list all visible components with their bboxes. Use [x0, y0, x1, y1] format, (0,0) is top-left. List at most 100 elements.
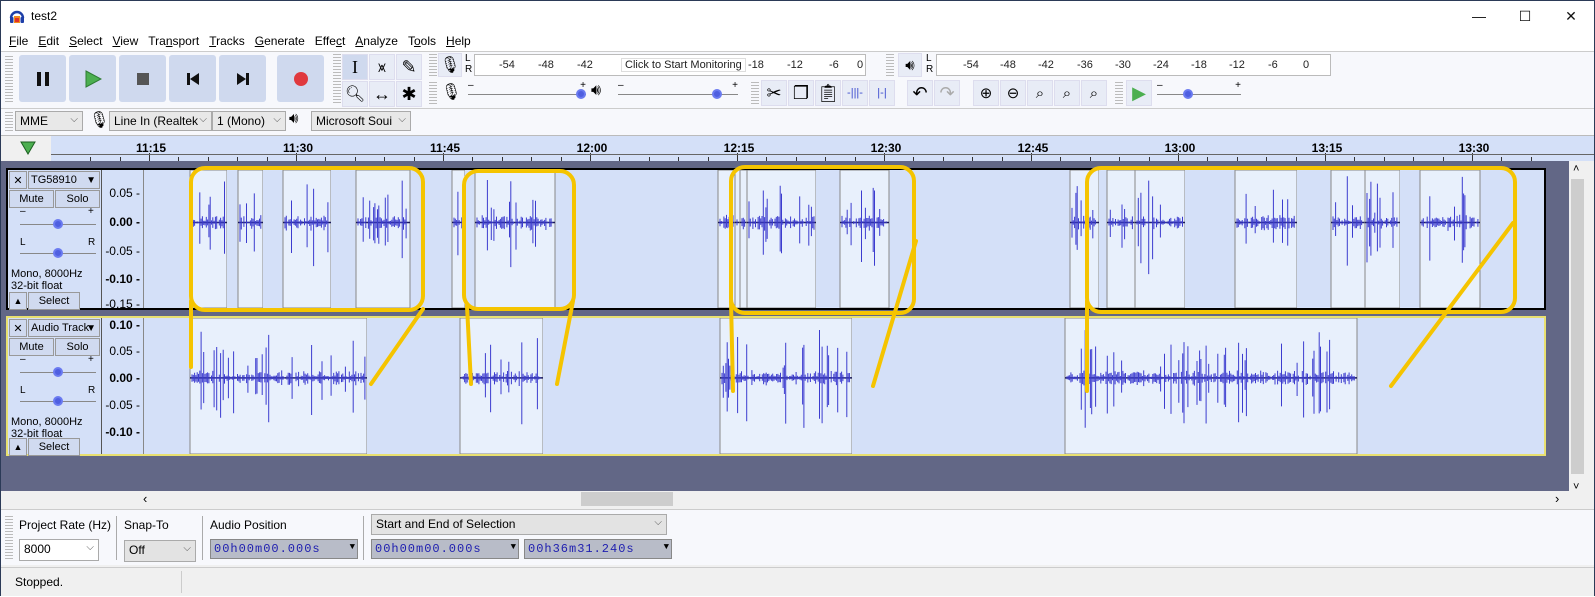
slider-knob[interactable]: [576, 89, 586, 99]
envelope-tool-button[interactable]: ⩙: [369, 54, 395, 80]
caret-down-icon[interactable]: ▼: [350, 542, 356, 552]
collapse-track-button[interactable]: ▲: [9, 438, 27, 456]
menu-tracks[interactable]: Tracks: [204, 31, 250, 51]
time-shift-tool-button[interactable]: ↔: [369, 81, 395, 107]
waveform-area[interactable]: [145, 318, 1545, 454]
playback-meter-button[interactable]: 🔊︎: [898, 53, 922, 77]
playback-meter[interactable]: -54 -48 -42 -36 -30 -24 -18 -12 -6 0: [936, 54, 1331, 76]
mixer-toolbar-grip[interactable]: [429, 82, 437, 104]
menu-transport[interactable]: Transport: [143, 31, 204, 51]
skip-to-end-button[interactable]: [219, 55, 266, 102]
tools-toolbar-grip[interactable]: [333, 54, 341, 104]
maximize-button[interactable]: ☐: [1502, 1, 1548, 31]
audio-clip[interactable]: [1419, 170, 1481, 308]
silence-audio-button[interactable]: |-|: [869, 80, 895, 106]
audio-host-select[interactable]: MME ⌵: [15, 111, 83, 131]
audio-clip[interactable]: [839, 170, 890, 308]
audio-clip[interactable]: [1330, 170, 1366, 308]
draw-tool-button[interactable]: ✎: [396, 54, 422, 80]
zoom-in-button[interactable]: ⊕: [973, 80, 999, 106]
audio-clip[interactable]: [717, 170, 736, 308]
collapse-track-button[interactable]: ▲: [9, 292, 27, 310]
menu-select[interactable]: Select: [64, 31, 107, 51]
audio-track[interactable]: ✕ Audio Track ▼ Mute Solo – + L R Mono, 8…: [6, 316, 1546, 456]
stop-button[interactable]: [119, 55, 166, 102]
vertical-scrollbar[interactable]: ˄ ˅: [1569, 161, 1586, 507]
timeline-ruler[interactable]: 11:15 11:30 11:45 12:00 12:15 12:30 12:45 13:00…: [1, 135, 1594, 162]
caret-down-icon[interactable]: ▼: [511, 542, 517, 552]
redo-button[interactable]: ↷: [934, 80, 960, 106]
zoom-tool-button[interactable]: 🔍︎: [342, 81, 368, 107]
menu-analyze[interactable]: Analyze: [350, 31, 403, 51]
multi-tool-button[interactable]: ✱: [396, 81, 422, 107]
vertical-scroll-thumb[interactable]: [1571, 179, 1584, 474]
skip-to-start-button[interactable]: [169, 55, 216, 102]
start-monitoring-prompt[interactable]: Click to Start Monitoring: [621, 58, 746, 72]
horizontal-scrollbar[interactable]: ‹ ›: [1, 491, 1569, 507]
trim-audio-button[interactable]: -|||-: [842, 80, 868, 106]
scroll-left-icon[interactable]: ‹: [143, 491, 147, 506]
caret-down-icon[interactable]: ▼: [664, 542, 670, 552]
snap-to-select[interactable]: Off ⌵: [124, 540, 196, 562]
audio-clip[interactable]: [1364, 170, 1401, 308]
horizontal-scroll-thumb[interactable]: [581, 492, 673, 506]
edit-toolbar-grip[interactable]: [751, 82, 759, 104]
track-menu-button[interactable]: TG58910 ▼: [28, 171, 100, 189]
waveform-area[interactable]: [145, 170, 1545, 308]
menu-effect[interactable]: Effect: [310, 31, 350, 51]
audio-clip[interactable]: [189, 170, 228, 308]
record-button[interactable]: [277, 55, 324, 102]
paste-button[interactable]: 📋︎: [815, 80, 841, 106]
fit-project-button[interactable]: ⌕: [1054, 80, 1080, 106]
selection-end-field[interactable]: 00h36m31.240s ▼: [524, 539, 672, 559]
slider-knob[interactable]: [53, 248, 63, 258]
device-toolbar-grip[interactable]: [5, 112, 13, 132]
minimize-button[interactable]: —: [1456, 1, 1502, 31]
audio-position-field[interactable]: 00h00m00.000s ▼: [210, 539, 358, 559]
audio-clip[interactable]: [451, 170, 466, 308]
audio-clip[interactable]: [1106, 170, 1136, 308]
close-track-button[interactable]: ✕: [9, 319, 27, 337]
playback-device-select[interactable]: Microsoft Soui ⌵: [311, 111, 411, 131]
close-button[interactable]: ✕: [1548, 1, 1594, 31]
menu-file[interactable]: File: [4, 31, 33, 51]
audio-clip[interactable]: [1069, 170, 1100, 308]
selection-mode-select[interactable]: Start and End of Selection ⌵: [371, 514, 667, 535]
slider-knob[interactable]: [53, 396, 63, 406]
recording-meter-grip[interactable]: [429, 54, 437, 76]
gain-slider[interactable]: [20, 215, 96, 231]
recording-meter[interactable]: -54 -48 -42 Click to Start Monitoring -1…: [474, 54, 866, 76]
selection-tool-button[interactable]: I: [342, 54, 368, 80]
scroll-right-icon[interactable]: ›: [1555, 491, 1559, 506]
mute-button[interactable]: Mute: [9, 338, 54, 356]
transport-toolbar-grip[interactable]: [5, 56, 13, 102]
menu-generate[interactable]: Generate: [250, 31, 310, 51]
pan-slider[interactable]: [20, 392, 96, 408]
recording-device-select[interactable]: Line In (Realtek ⌵: [109, 111, 212, 131]
audio-clip[interactable]: [237, 170, 264, 308]
slider-knob[interactable]: [53, 367, 63, 377]
audio-clip[interactable]: [1134, 170, 1186, 308]
menu-edit[interactable]: Edit: [33, 31, 64, 51]
select-track-button[interactable]: Select: [28, 438, 80, 456]
audio-clip[interactable]: [734, 170, 741, 308]
selection-toolbar-grip[interactable]: [5, 516, 13, 560]
recording-volume-slider[interactable]: – +: [468, 80, 586, 101]
play-at-speed-button[interactable]: ▶: [1126, 80, 1152, 106]
scroll-up-icon[interactable]: ˄: [1573, 163, 1579, 175]
cut-button[interactable]: ✂: [761, 80, 787, 106]
playback-speed-slider[interactable]: – +: [1157, 80, 1241, 101]
play-head-icon[interactable]: [20, 141, 36, 155]
mute-button[interactable]: Mute: [9, 190, 54, 208]
track-menu-button[interactable]: Audio Track ▼: [28, 319, 100, 337]
slider-knob[interactable]: [53, 219, 63, 229]
zoom-out-button[interactable]: ⊖: [1000, 80, 1026, 106]
scroll-down-icon[interactable]: ˅: [1573, 481, 1579, 493]
audio-clip[interactable]: [739, 170, 748, 308]
zoom-toggle-button[interactable]: ⌕: [1081, 80, 1107, 106]
menu-tools[interactable]: Tools: [403, 31, 441, 51]
play-at-speed-grip[interactable]: [1115, 82, 1123, 104]
audio-track[interactable]: ✕ TG58910 ▼ Mute Solo – + L R Mono, 8000H…: [6, 168, 1546, 311]
gain-slider[interactable]: [20, 363, 96, 379]
select-track-button[interactable]: Select: [28, 292, 80, 310]
